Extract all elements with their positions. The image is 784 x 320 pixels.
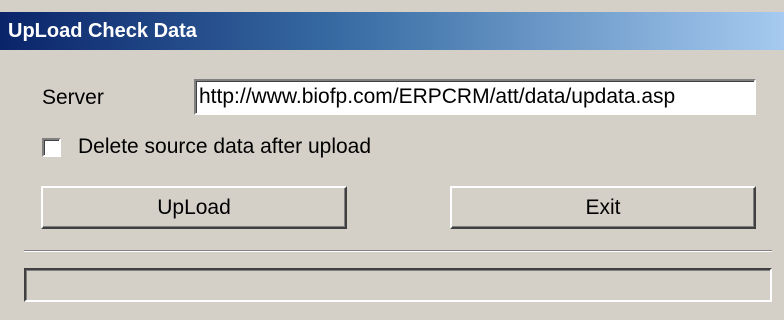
server-label: Server — [42, 86, 104, 109]
upload-progress-bar — [24, 268, 772, 302]
server-url-input[interactable] — [194, 79, 756, 115]
title-bar: UpLoad Check Data — [0, 12, 784, 50]
separator-line — [24, 250, 772, 252]
delete-source-label[interactable]: Delete source data after upload — [78, 135, 371, 159]
upload-button[interactable]: UpLoad — [41, 186, 347, 229]
delete-source-checkbox[interactable] — [42, 137, 61, 157]
upload-check-data-window: UpLoad Check Data Server Delete source d… — [0, 0, 784, 320]
exit-button[interactable]: Exit — [450, 186, 756, 229]
window-title: UpLoad Check Data — [8, 20, 197, 42]
delete-source-option[interactable]: Delete source data after upload — [42, 132, 371, 162]
